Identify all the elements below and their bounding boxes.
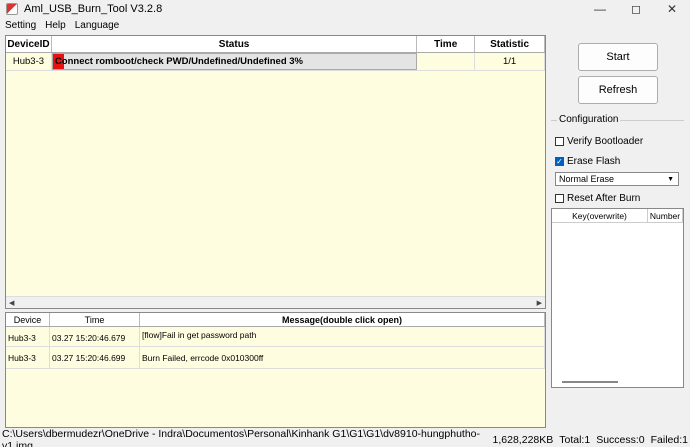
log-device-cell: Hub3-3 (6, 327, 50, 346)
col-device-id[interactable]: DeviceID (6, 36, 52, 52)
failed-count: Failed:1 (650, 434, 688, 446)
log-row[interactable]: Hub3-3 03.27 15:20:46.699 Burn Failed, e… (6, 347, 545, 369)
scroll-right-icon[interactable]: ▶ (537, 299, 542, 307)
total-count: Total:1 (559, 434, 591, 446)
reset-after-burn-label: Reset After Burn (567, 193, 641, 204)
menu-help[interactable]: Help (40, 20, 70, 31)
image-size: 1,628,228KB (492, 434, 554, 446)
col-time[interactable]: Time (417, 36, 476, 52)
window-controls: — ◻ ✕ (582, 0, 690, 18)
erase-flash-checkbox[interactable]: ✓ Erase Flash (555, 156, 620, 167)
device-table-header: DeviceID Status Time Statistic (6, 36, 545, 53)
log-time-cell: 03.27 15:20:46.699 (50, 347, 140, 368)
col-key[interactable]: Key(overwrite) (552, 209, 648, 222)
menu-language[interactable]: Language (70, 20, 124, 31)
checkbox-icon[interactable] (555, 194, 564, 203)
erase-mode-select[interactable]: Normal Erase ▼ (555, 172, 679, 186)
verify-bootloader-checkbox[interactable]: Verify Bootloader (555, 136, 643, 147)
window-title: Aml_USB_Burn_Tool V3.2.8 (24, 3, 163, 15)
configuration-label: Configuration (557, 114, 621, 125)
checkbox-checked-icon[interactable]: ✓ (555, 157, 564, 166)
status-summary: 1,628,228KB Total:1 Success:0 Failed:1 (493, 434, 688, 446)
col-number[interactable]: Number (648, 209, 683, 222)
reset-after-burn-checkbox[interactable]: Reset After Burn (555, 193, 640, 204)
col-statistic[interactable]: Statistic (475, 36, 545, 52)
col-log-time[interactable]: Time (50, 313, 140, 326)
title-bar: Aml_USB_Burn_Tool V3.2.8 — ◻ ✕ (0, 0, 690, 18)
statistic-cell: 1/1 (475, 53, 545, 70)
erase-mode-value: Normal Erase (559, 174, 615, 184)
log-message-cell: Burn Failed, errcode 0x010300ff (140, 347, 545, 368)
app-icon (6, 3, 18, 15)
status-bar: C:\Users\dbermudezr\OneDrive - Indra\Doc… (0, 428, 690, 447)
key-table: Key(overwrite) Number (551, 208, 684, 388)
log-time-cell: 03.27 15:20:46.679 (50, 327, 140, 346)
success-count: Success:0 (596, 434, 645, 446)
key-table-scrollbar[interactable] (562, 381, 618, 383)
device-id-cell: Hub3-3 (6, 53, 52, 70)
scroll-left-icon[interactable]: ◀ (9, 299, 14, 307)
image-path: C:\Users\dbermudezr\OneDrive - Indra\Doc… (2, 428, 480, 447)
log-device-cell: Hub3-3 (6, 347, 50, 368)
col-message[interactable]: Message(double click open) (140, 313, 545, 326)
device-table: DeviceID Status Time Statistic Hub3-3 Co… (5, 35, 546, 309)
horizontal-scrollbar[interactable]: ◀ ▶ (6, 296, 545, 308)
menu-setting[interactable]: Setting (0, 20, 40, 31)
erase-flash-label: Erase Flash (567, 156, 621, 167)
minimize-button[interactable]: — (582, 0, 618, 18)
col-device[interactable]: Device (6, 313, 50, 326)
log-message-cell: [flow]Fail in get password path (140, 327, 545, 346)
start-button[interactable]: Start (578, 43, 658, 71)
col-status[interactable]: Status (52, 36, 418, 52)
verify-bootloader-label: Verify Bootloader (567, 136, 644, 147)
refresh-button[interactable]: Refresh (578, 76, 658, 104)
chevron-down-icon: ▼ (667, 175, 674, 183)
log-table-header: Device Time Message(double click open) (6, 313, 545, 327)
status-text: Connect romboot/check PWD/Undefined/Unde… (54, 56, 303, 67)
table-row[interactable]: Hub3-3 Connect romboot/check PWD/Undefin… (6, 53, 545, 71)
status-progress-cell: Connect romboot/check PWD/Undefined/Unde… (51, 53, 418, 70)
time-cell (417, 53, 476, 70)
log-row[interactable]: Hub3-3 03.27 15:20:46.679 [flow]Fail in … (6, 327, 545, 347)
checkbox-icon[interactable] (555, 137, 564, 146)
menu-bar: Setting Help Language (0, 18, 690, 32)
close-button[interactable]: ✕ (654, 0, 690, 18)
maximize-button[interactable]: ◻ (618, 0, 654, 18)
key-table-header: Key(overwrite) Number (552, 209, 683, 223)
log-table: Device Time Message(double click open) H… (5, 312, 546, 428)
